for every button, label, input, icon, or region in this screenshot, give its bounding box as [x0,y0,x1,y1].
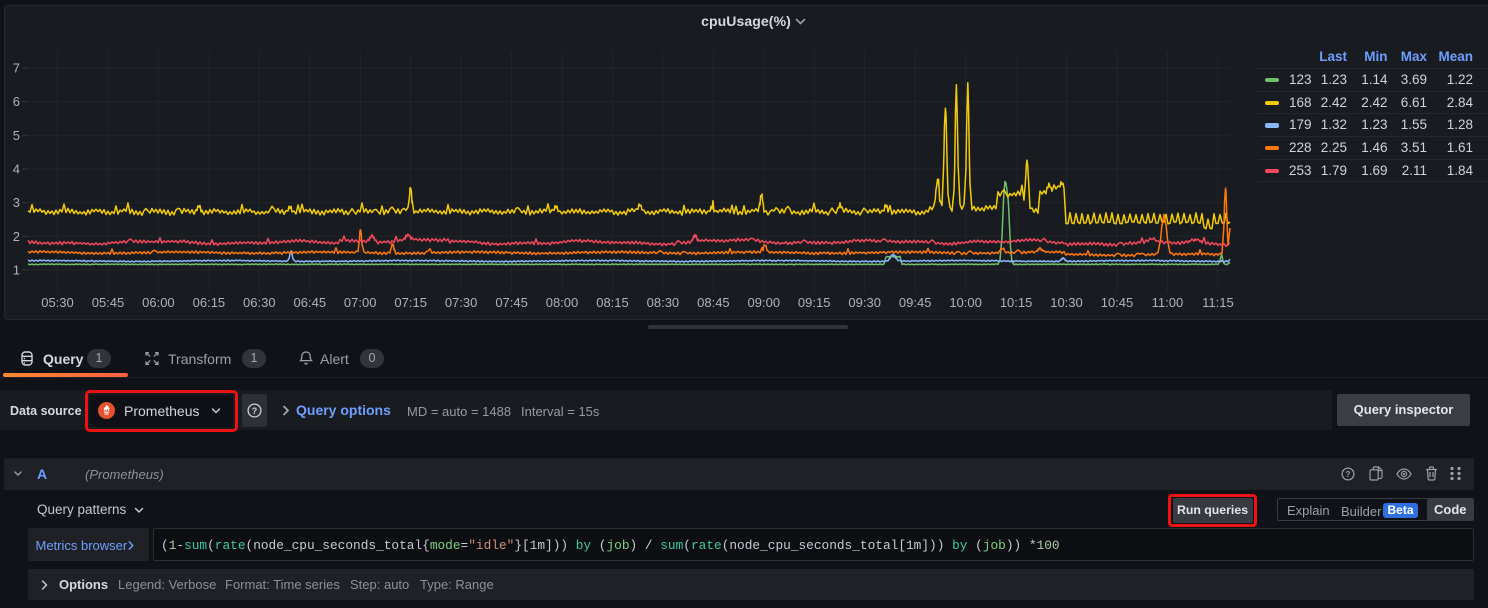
svg-text:06:00: 06:00 [142,295,175,310]
svg-text:6: 6 [13,94,20,109]
svg-text:4: 4 [13,162,20,177]
svg-text:05:45: 05:45 [92,295,125,310]
svg-text:07:30: 07:30 [445,295,478,310]
svg-text:06:30: 06:30 [243,295,276,310]
svg-text:07:15: 07:15 [394,295,427,310]
svg-text:08:15: 08:15 [596,295,629,310]
svg-text:05:30: 05:30 [41,295,74,310]
svg-text:11:00: 11:00 [1152,295,1184,310]
svg-text:06:45: 06:45 [294,295,327,310]
svg-text:11:15: 11:15 [1202,295,1234,310]
svg-text:?: ? [252,406,258,416]
svg-text:3: 3 [13,195,20,210]
svg-text:09:15: 09:15 [798,295,831,310]
svg-text:?: ? [1346,470,1351,479]
svg-text:09:00: 09:00 [748,295,781,310]
svg-text:2: 2 [13,229,20,244]
svg-text:10:00: 10:00 [949,295,982,310]
svg-text:07:45: 07:45 [495,295,528,310]
svg-text:08:45: 08:45 [697,295,730,310]
svg-text:09:45: 09:45 [899,295,932,310]
svg-text:08:00: 08:00 [546,295,579,310]
svg-text:10:15: 10:15 [1000,295,1033,310]
svg-text:1: 1 [13,263,20,278]
svg-text:08:30: 08:30 [647,295,680,310]
svg-text:06:15: 06:15 [193,295,226,310]
svg-text:10:45: 10:45 [1101,295,1134,310]
svg-text:7: 7 [13,61,20,76]
svg-text:09:30: 09:30 [848,295,881,310]
svg-text:10:30: 10:30 [1050,295,1083,310]
svg-text:5: 5 [13,128,20,143]
svg-text:07:00: 07:00 [344,295,377,310]
